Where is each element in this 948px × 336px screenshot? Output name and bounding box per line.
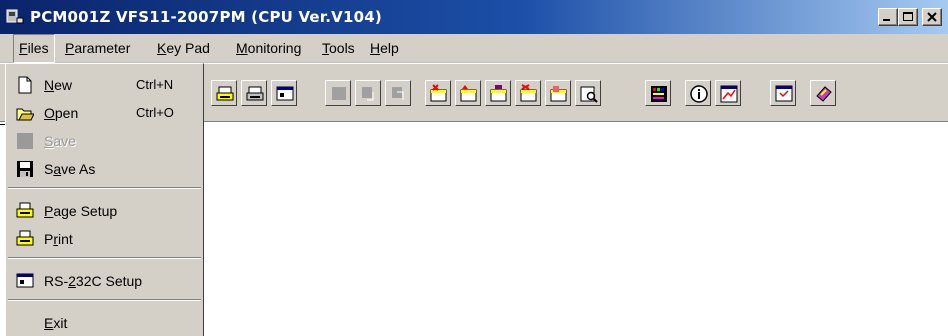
toolbar-info-button[interactable] xyxy=(685,80,711,106)
table-red-icon xyxy=(520,84,537,102)
toolbar-write-down-button[interactable] xyxy=(355,80,381,106)
menu-help[interactable]: Help xyxy=(365,34,404,63)
toolbar-book-button[interactable] xyxy=(810,80,836,106)
write-down-disabled-icon xyxy=(362,87,374,101)
menu-parameter[interactable]: Parameter xyxy=(60,34,135,63)
toolbar-trace-button[interactable] xyxy=(645,80,671,106)
window-icon xyxy=(775,85,793,102)
read-disabled-icon xyxy=(332,87,346,100)
toolbar-table-search-button[interactable] xyxy=(575,80,601,106)
open-folder-icon xyxy=(16,108,34,121)
menu-item-new[interactable]: New Ctrl+N xyxy=(6,71,203,99)
toolbar-read-button[interactable] xyxy=(325,80,351,106)
menu-separator xyxy=(8,187,201,189)
minimize-button[interactable] xyxy=(878,8,898,26)
toolbar-rs232c-button[interactable] xyxy=(271,80,297,106)
menu-item-save: Save xyxy=(6,127,203,155)
menu-item-print[interactable]: Print xyxy=(6,225,203,253)
printer-icon xyxy=(246,86,264,101)
terminal-icon xyxy=(276,86,294,101)
menu-keypad[interactable]: Key Pad xyxy=(152,34,215,63)
maximize-icon xyxy=(903,12,913,21)
menu-item-exit[interactable]: Exit xyxy=(6,309,203,336)
menu-separator xyxy=(8,299,201,301)
minimize-icon xyxy=(883,19,890,21)
files-dropdown-menu: New Ctrl+N Open Ctrl+O Save Save As Page… xyxy=(5,63,204,336)
printer-setup-icon xyxy=(16,202,34,218)
book-icon xyxy=(816,86,832,102)
toolbar-write-up-button[interactable] xyxy=(385,80,411,106)
shortcut-label: Ctrl+N xyxy=(136,77,174,92)
toolbar-table-compare-button[interactable] xyxy=(485,80,511,106)
toolbar-print-button[interactable] xyxy=(241,80,267,106)
menu-files[interactable]: Files xyxy=(13,34,55,63)
menu-item-rs232c-setup[interactable]: RS-232C Setup xyxy=(6,267,203,295)
printer-icon xyxy=(16,230,34,246)
toolbar-window-button[interactable] xyxy=(770,80,796,106)
menu-item-page-setup[interactable]: Page Setup xyxy=(6,197,203,225)
menu-item-open[interactable]: Open Ctrl+O xyxy=(6,99,203,127)
toolbar-chart-button[interactable] xyxy=(715,80,741,106)
floppy-disk-icon xyxy=(17,161,33,177)
write-up-disabled-icon xyxy=(392,87,404,100)
table-up-icon xyxy=(460,85,477,102)
table-delete-icon xyxy=(430,84,447,102)
table-compare-icon xyxy=(490,85,507,102)
chart-icon xyxy=(720,85,738,103)
menu-bar: Files Parameter Key Pad Monitoring Tools… xyxy=(0,34,948,63)
menu-separator xyxy=(8,257,201,259)
shortcut-label: Ctrl+O xyxy=(136,105,174,120)
toolbar-table-red-button[interactable] xyxy=(515,80,541,106)
toolbar-table-diff-button[interactable] xyxy=(545,80,571,106)
table-search-icon xyxy=(580,86,598,103)
terminal-icon xyxy=(16,273,34,288)
toolbar-page-setup-button[interactable] xyxy=(211,80,237,106)
maximize-button[interactable] xyxy=(898,8,918,26)
save-disabled-icon xyxy=(17,133,33,149)
printer-setup-icon xyxy=(216,86,234,101)
menu-tools[interactable]: Tools xyxy=(317,34,360,63)
title-bar: PCM001Z VFS11-2007PM (CPU Ver.V104) xyxy=(0,0,948,34)
info-icon xyxy=(690,85,708,103)
trace-icon xyxy=(651,86,667,102)
table-diff-icon xyxy=(550,86,567,102)
app-icon[interactable] xyxy=(6,9,24,25)
menu-monitoring[interactable]: Monitoring xyxy=(231,34,306,63)
close-icon xyxy=(927,12,937,22)
close-button[interactable] xyxy=(922,8,942,26)
toolbar-table-up-button[interactable] xyxy=(455,80,481,106)
toolbar-table-delete-button[interactable] xyxy=(425,80,451,106)
menu-item-save-as[interactable]: Save As xyxy=(6,155,203,183)
window-title: PCM001Z VFS11-2007PM (CPU Ver.V104) xyxy=(30,8,382,26)
new-document-icon xyxy=(18,76,32,94)
